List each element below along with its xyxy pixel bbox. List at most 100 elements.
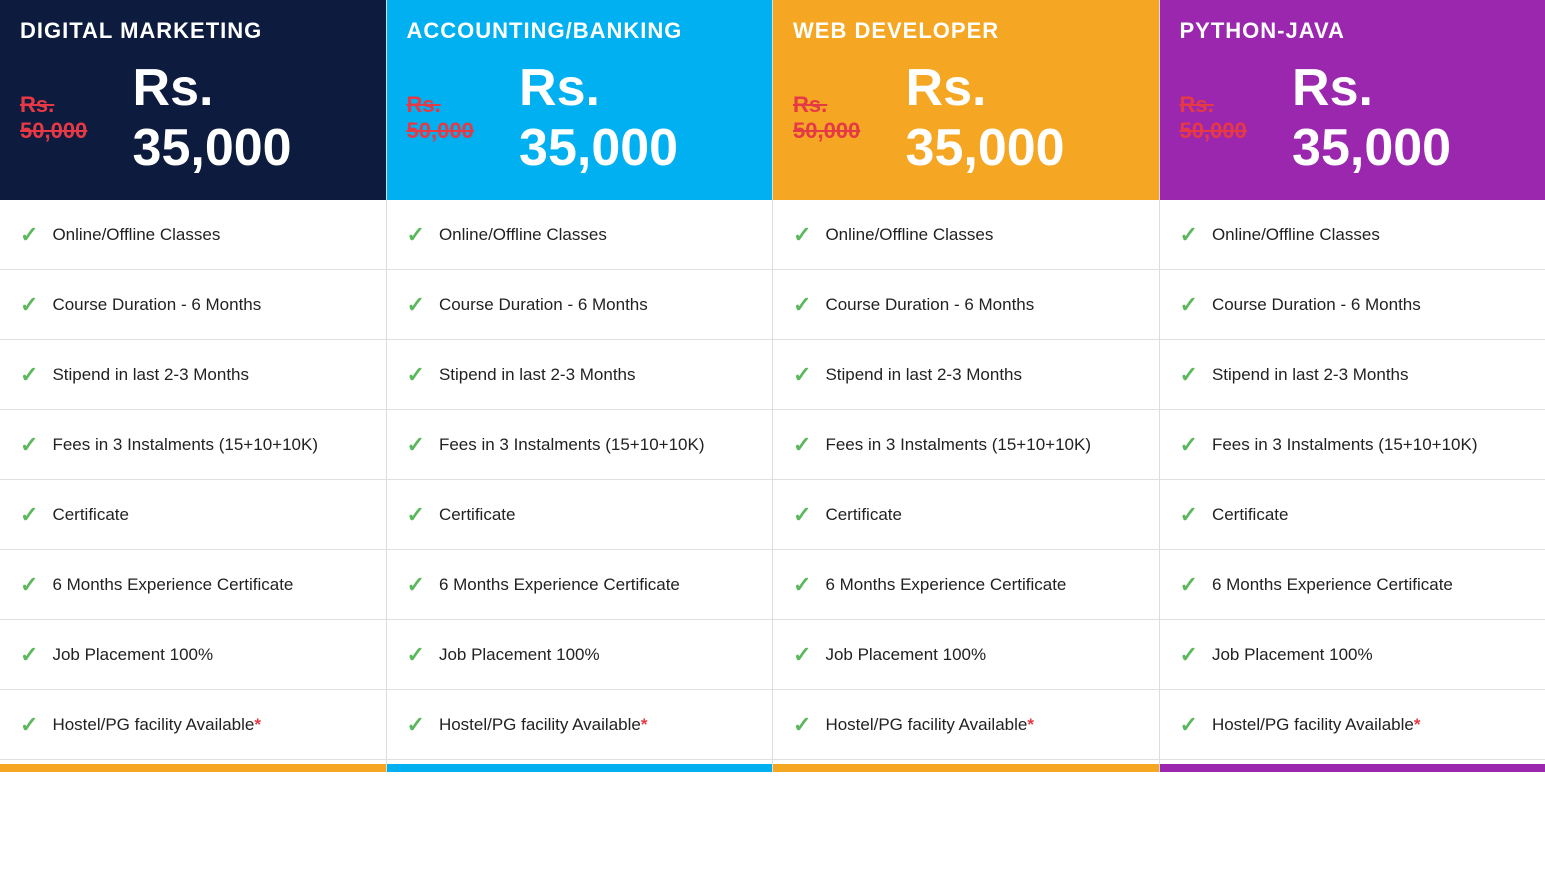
feature-text: Course Duration - 6 Months <box>52 295 261 315</box>
feature-text: Stipend in last 2-3 Months <box>1212 365 1409 385</box>
check-icon: ✓ <box>407 292 425 318</box>
feature-text: Fees in 3 Instalments (15+10+10K) <box>439 435 705 455</box>
feature-text: Online/Offline Classes <box>439 225 607 245</box>
check-icon: ✓ <box>407 432 425 458</box>
feature-item: ✓Job Placement 100% <box>1160 620 1545 690</box>
feature-text: Job Placement 100% <box>439 645 600 665</box>
feature-item: ✓Course Duration - 6 Months <box>387 270 773 340</box>
check-icon: ✓ <box>793 712 811 738</box>
features-list-accounting-banking: ✓ Online/Offline Classes ✓Course Duration … <box>387 200 773 760</box>
check-icon: ✓ <box>793 222 811 248</box>
feature-text: Hostel/PG facility Available* <box>1212 715 1421 735</box>
feature-item: ✓Online/Offline Classes <box>1160 200 1545 270</box>
new-price-web-developer: Rs. 35,000 <box>906 58 1139 178</box>
check-icon: ✓ <box>407 712 425 738</box>
plan-col-accounting-banking: ACCOUNTING/BANKING Rs. 50,000Rs. 35,000 ✓ O… <box>387 0 774 772</box>
check-icon: ✓ <box>793 362 811 388</box>
feature-item: ✓ Hostel/PG facility Available* <box>0 690 386 760</box>
bottom-bar-digital-marketing <box>0 764 386 772</box>
bottom-bar-python-java <box>1160 764 1545 772</box>
feature-item: ✓ Job Placement 100% <box>0 620 386 690</box>
check-icon: ✓ <box>407 222 425 248</box>
check-icon: ✓ <box>20 222 38 248</box>
asterisk-marker: * <box>254 715 261 734</box>
feature-text: Certificate <box>52 505 129 525</box>
feature-text: Certificate <box>439 505 516 525</box>
feature-item: ✓Course Duration - 6 Months <box>0 270 386 340</box>
feature-text: Fees in 3 Instalments (15+10+10K) <box>52 435 318 455</box>
check-icon: ✓ <box>1180 432 1198 458</box>
plan-header-digital-marketing: DIGITAL MARKETING Rs. 50,000 Rs. 35,000 <box>0 0 386 200</box>
plan-header-accounting-banking: ACCOUNTING/BANKING Rs. 50,000Rs. 35,000 <box>387 0 773 200</box>
check-icon: ✓ <box>407 502 425 528</box>
feature-item: ✓ Fees in 3 Instalments (15+10+10K) <box>773 410 1159 480</box>
plan-title-digital-marketing: DIGITAL MARKETING <box>20 18 366 44</box>
plan-header-python-java: PYTHON-JAVA Rs. 50,000Rs. 35,000 <box>1160 0 1545 200</box>
plan-header-web-developer: WEB DEVELOPER Rs. 50,000Rs. 35,000 <box>773 0 1159 200</box>
feature-item: ✓ Fees in 3 Instalments (15+10+10K) <box>387 410 773 480</box>
check-icon: ✓ <box>793 432 811 458</box>
feature-item: ✓ Certificate <box>387 480 773 550</box>
bottom-bar-accounting-banking <box>387 764 773 772</box>
pricing-table: DIGITAL MARKETINGRs. 50,000Rs. 35,000✓On… <box>0 0 1545 772</box>
feature-text: Online/Offline Classes <box>825 225 993 245</box>
asterisk-marker: * <box>1027 715 1034 734</box>
feature-item: ✓ Online/Offline Classes <box>0 200 386 270</box>
feature-text: Job Placement 100% <box>825 645 986 665</box>
feature-text: Course Duration - 6 Months <box>825 295 1034 315</box>
feature-text: 6 Months Experience Certificate <box>52 575 293 595</box>
plan-title-web-developer: WEB DEVELOPER <box>793 18 1139 44</box>
old-price-digital-marketing: Rs. 50,000 <box>20 92 119 144</box>
feature-text: Course Duration - 6 Months <box>1212 295 1421 315</box>
feature-text: Hostel/PG facility Available* <box>825 715 1034 735</box>
feature-text: Certificate <box>1212 505 1289 525</box>
check-icon: ✓ <box>1180 362 1198 388</box>
feature-text: Stipend in last 2-3 Months <box>52 365 249 385</box>
plan-col-web-developer: WEB DEVELOPER Rs. 50,000Rs. 35,000 ✓ Online… <box>773 0 1160 772</box>
check-icon: ✓ <box>793 572 811 598</box>
check-icon: ✓ <box>20 642 38 668</box>
plan-title-python-java: PYTHON-JAVA <box>1180 18 1526 44</box>
feature-item: ✓6 Months Experience Certificate <box>773 550 1159 620</box>
feature-item: ✓ Course Duration - 6 Months <box>773 270 1159 340</box>
price-row-accounting-banking: Rs. 50,000Rs. 35,000 <box>407 58 753 178</box>
feature-text: Hostel/PG facility Available* <box>52 715 261 735</box>
feature-item: ✓ Job Placement 100% <box>387 620 773 690</box>
check-icon: ✓ <box>1180 572 1198 598</box>
feature-item: ✓ Course Duration - 6 Months <box>1160 270 1545 340</box>
check-icon: ✓ <box>20 502 38 528</box>
price-row-digital-marketing: Rs. 50,000 Rs. 35,000 <box>20 58 366 178</box>
feature-item: ✓ Online/Offline Classes <box>773 200 1159 270</box>
price-row-web-developer: Rs. 50,000Rs. 35,000 <box>793 58 1139 178</box>
check-icon: ✓ <box>1180 292 1198 318</box>
feature-text: Online/Offline Classes <box>52 225 220 245</box>
check-icon: ✓ <box>1180 502 1198 528</box>
check-icon: ✓ <box>20 712 38 738</box>
feature-text: Fees in 3 Instalments (15+10+10K) <box>825 435 1091 455</box>
bottom-bar-web-developer <box>773 764 1159 772</box>
check-icon: ✓ <box>20 572 38 598</box>
check-icon: ✓ <box>793 292 811 318</box>
feature-text: Job Placement 100% <box>1212 645 1373 665</box>
feature-item: ✓Fees in 3 Instalments (15+10+10K) <box>0 410 386 480</box>
feature-text: Stipend in last 2-3 Months <box>825 365 1022 385</box>
feature-text: Hostel/PG facility Available* <box>439 715 648 735</box>
check-icon: ✓ <box>407 642 425 668</box>
feature-item: ✓Certificate <box>773 480 1159 550</box>
feature-item: ✓ Job Placement 100% <box>773 620 1159 690</box>
feature-item: ✓Hostel/PG facility Available* <box>1160 690 1545 760</box>
feature-item: ✓6 Months Experience Certificate <box>387 550 773 620</box>
price-row-python-java: Rs. 50,000Rs. 35,000 <box>1180 58 1526 178</box>
new-price-python-java: Rs. 35,000 <box>1292 58 1525 178</box>
new-price-digital-marketing: Rs. 35,000 <box>133 58 366 178</box>
feature-text: Job Placement 100% <box>52 645 213 665</box>
asterisk-marker: * <box>1414 715 1421 734</box>
check-icon: ✓ <box>407 362 425 388</box>
plan-title-accounting-banking: ACCOUNTING/BANKING <box>407 18 753 44</box>
check-icon: ✓ <box>793 642 811 668</box>
feature-item: ✓ 6 Months Experience Certificate <box>0 550 386 620</box>
feature-item: ✓Stipend in last 2-3 Months <box>0 340 386 410</box>
feature-item: ✓ Certificate <box>0 480 386 550</box>
feature-item: ✓ Hostel/PG facility Available* <box>387 690 773 760</box>
features-list-web-developer: ✓ Online/Offline Classes ✓ Course Duration … <box>773 200 1159 760</box>
